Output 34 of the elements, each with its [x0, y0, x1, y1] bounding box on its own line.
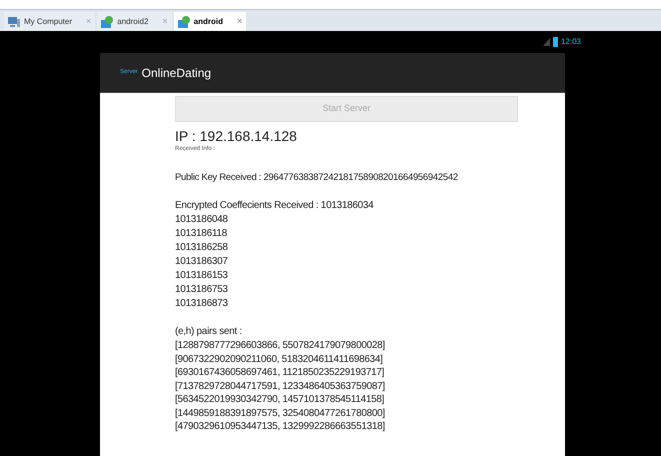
close-button[interactable]: ×: [237, 14, 242, 28]
pair-text: [1449859188391897575, 3254080477261780800]: [175, 406, 385, 420]
coefficient-text: 1013186307: [175, 255, 228, 269]
tab-label: android: [194, 16, 224, 28]
tab-label: My Computer: [24, 16, 72, 28]
battery-icon: [552, 37, 558, 47]
computer-icon: [8, 16, 20, 26]
coefficient-text: 1013186873: [175, 297, 228, 311]
tab[interactable]: My Computer ×: [4, 12, 96, 31]
tab[interactable]: android2 ×: [97, 12, 172, 31]
pair-text: [4790329610953447135, 1329992286663551318]: [175, 420, 385, 434]
app-title: OnlineDating: [142, 64, 212, 82]
tab-label: android2: [117, 16, 148, 28]
disk-icon: [101, 16, 114, 28]
disk-icon: [178, 16, 190, 28]
ip-address: IP : 192.168.14.128: [175, 128, 297, 144]
close-button[interactable]: ×: [162, 14, 168, 28]
coefficient-text: Encrypted Coeffecients Received : 1013186034: [175, 199, 374, 213]
pair-text: [1288798777296603866, 5507824179079800028]: [175, 339, 385, 352]
clock: 12:03: [560, 36, 581, 48]
coefficient-text: 1013186118: [175, 227, 227, 241]
coefficient-text: 1013186753: [175, 283, 228, 297]
tab[interactable]: android ×: [174, 12, 246, 31]
pair-text: [6930167436058697461, 1121850235229193717]: [175, 366, 384, 380]
signal-icon: [542, 38, 550, 46]
close-button[interactable]: ×: [86, 14, 92, 28]
pair-text: [5634522019930342790, 1457101378545114158]: [175, 393, 384, 406]
pair-text: [7137829728044717591, 1233486405363759087]: [175, 380, 385, 393]
coefficient-text: 1013186048: [175, 213, 228, 227]
pairs-heading: (e,h) pairs sent :: [175, 325, 242, 339]
coefficient-text: 1013186258: [175, 241, 228, 255]
public-key-text: Public Key Received : 296477638387242181758908201664956942542: [175, 171, 458, 185]
pair-text: [9067322902090211060, 5183204611411698634]: [175, 352, 383, 366]
coefficient-text: 1013186153: [175, 269, 228, 283]
